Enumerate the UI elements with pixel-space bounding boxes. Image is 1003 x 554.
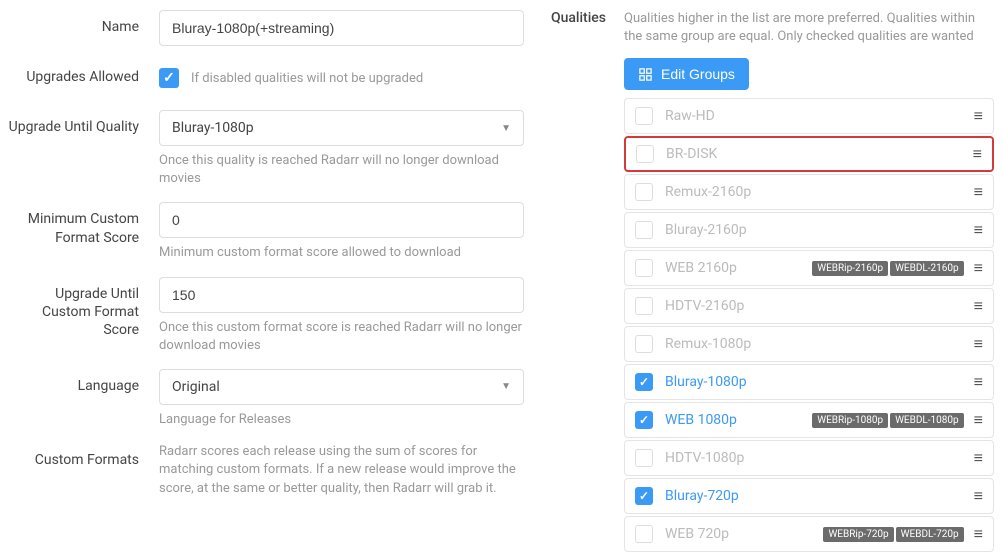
quality-checkbox[interactable]: [635, 297, 653, 315]
quality-label: Remux-2160p: [665, 184, 974, 200]
quality-checkbox[interactable]: [635, 487, 653, 505]
quality-item[interactable]: Bluray-720p≡: [624, 478, 994, 514]
quality-label: Remux-1080p: [665, 336, 974, 352]
drag-handle-icon[interactable]: ≡: [974, 412, 983, 428]
upgrade-until-score-help: Once this custom format score is reached…: [159, 319, 524, 355]
upgrade-until-quality-label: Upgrade Until Quality: [4, 110, 159, 136]
upgrade-until-quality-help: Once this quality is reached Radarr will…: [159, 152, 524, 188]
quality-label: WEB 1080p: [665, 412, 812, 428]
edit-groups-label: Edit Groups: [661, 66, 735, 82]
caret-down-icon: ▼: [501, 381, 511, 392]
drag-handle-icon[interactable]: ≡: [974, 222, 983, 238]
quality-checkbox[interactable]: [636, 145, 654, 163]
settings-form: Name Upgrades Allowed If disabled qualit…: [4, 10, 544, 554]
quality-tag: WEBRip-720p: [823, 527, 893, 542]
edit-groups-button[interactable]: Edit Groups: [624, 58, 749, 90]
qualities-label: Qualities: [544, 10, 624, 26]
quality-item[interactable]: HDTV-1080p≡: [624, 440, 994, 476]
language-label: Language: [4, 369, 159, 395]
quality-checkbox[interactable]: [635, 259, 653, 277]
quality-checkbox[interactable]: [635, 107, 653, 125]
drag-handle-icon[interactable]: ≡: [974, 298, 983, 314]
quality-checkbox[interactable]: [635, 411, 653, 429]
quality-tags: WEBRip-1080pWEBDL-1080p: [812, 413, 963, 428]
qualities-hint: Qualities higher in the list are more pr…: [624, 10, 994, 46]
quality-tag: WEBRip-2160p: [812, 261, 888, 276]
drag-handle-icon[interactable]: ≡: [974, 184, 983, 200]
quality-checkbox[interactable]: [635, 221, 653, 239]
name-input[interactable]: [159, 10, 524, 46]
quality-checkbox[interactable]: [635, 525, 653, 543]
quality-checkbox[interactable]: [635, 373, 653, 391]
quality-checkbox[interactable]: [635, 449, 653, 467]
upgrade-until-quality-value: Bluray-1080p: [172, 120, 254, 136]
upgrade-until-score-input[interactable]: [159, 277, 524, 313]
qualities-list: Raw-HD≡BR-DISK≡Remux-2160p≡Bluray-2160p≡…: [624, 98, 994, 552]
min-custom-score-input[interactable]: [159, 202, 524, 238]
quality-item[interactable]: WEB 1080pWEBRip-1080pWEBDL-1080p ≡: [624, 402, 994, 438]
quality-label: Bluray-2160p: [665, 222, 974, 238]
caret-down-icon: ▼: [501, 123, 511, 134]
quality-tag: WEBDL-1080p: [890, 413, 964, 428]
quality-item[interactable]: Remux-2160p≡: [624, 174, 994, 210]
quality-tags: WEBRip-720pWEBDL-720p: [823, 527, 963, 542]
drag-handle-icon[interactable]: ≡: [974, 374, 983, 390]
language-select[interactable]: Original ▼: [159, 369, 524, 405]
drag-handle-icon[interactable]: ≡: [974, 260, 983, 276]
quality-label: HDTV-2160p: [665, 298, 974, 314]
quality-item[interactable]: Bluray-2160p≡: [624, 212, 994, 248]
quality-item[interactable]: WEB 720pWEBRip-720pWEBDL-720p ≡: [624, 516, 994, 552]
drag-handle-icon[interactable]: ≡: [973, 146, 982, 162]
custom-formats-help: Radarr scores each release using the sum…: [159, 443, 524, 498]
upgrades-allowed-label: Upgrades Allowed: [4, 60, 159, 86]
quality-tag: WEBDL-720p: [896, 527, 964, 542]
quality-label: Bluray-720p: [665, 488, 974, 504]
quality-item[interactable]: HDTV-2160p≡: [624, 288, 994, 324]
quality-checkbox[interactable]: [635, 183, 653, 201]
upgrade-until-quality-select[interactable]: Bluray-1080p ▼: [159, 110, 524, 146]
quality-checkbox[interactable]: [635, 335, 653, 353]
quality-item[interactable]: WEB 2160pWEBRip-2160pWEBDL-2160p ≡: [624, 250, 994, 286]
quality-label: Raw-HD: [665, 108, 974, 124]
group-icon: [638, 67, 653, 82]
upgrades-allowed-help: If disabled qualities will not be upgrad…: [191, 71, 423, 86]
drag-handle-icon[interactable]: ≡: [974, 108, 983, 124]
quality-label: HDTV-1080p: [665, 450, 974, 466]
drag-handle-icon[interactable]: ≡: [974, 488, 983, 504]
language-value: Original: [172, 379, 220, 395]
quality-item[interactable]: Bluray-1080p≡: [624, 364, 994, 400]
quality-tag: WEBRip-1080p: [812, 413, 888, 428]
drag-handle-icon[interactable]: ≡: [974, 336, 983, 352]
drag-handle-icon[interactable]: ≡: [974, 526, 983, 542]
quality-tag: WEBDL-2160p: [890, 261, 964, 276]
name-label: Name: [4, 10, 159, 36]
quality-item[interactable]: BR-DISK≡: [624, 136, 994, 172]
min-custom-score-help: Minimum custom format score allowed to d…: [159, 244, 524, 262]
drag-handle-icon[interactable]: ≡: [974, 450, 983, 466]
quality-item[interactable]: Remux-1080p≡: [624, 326, 994, 362]
custom-formats-label: Custom Formats: [4, 443, 159, 469]
quality-item[interactable]: Raw-HD≡: [624, 98, 994, 134]
quality-tags: WEBRip-2160pWEBDL-2160p: [812, 261, 963, 276]
language-help: Language for Releases: [159, 411, 524, 429]
quality-label: BR-DISK: [666, 146, 973, 162]
min-custom-score-label: Minimum Custom Format Score: [4, 202, 159, 246]
quality-label: WEB 720p: [665, 526, 823, 542]
quality-label: Bluray-1080p: [665, 374, 974, 390]
upgrades-allowed-checkbox[interactable]: [159, 68, 179, 88]
quality-label: WEB 2160p: [665, 260, 812, 276]
upgrade-until-score-label: Upgrade Until Custom Format Score: [4, 277, 159, 340]
